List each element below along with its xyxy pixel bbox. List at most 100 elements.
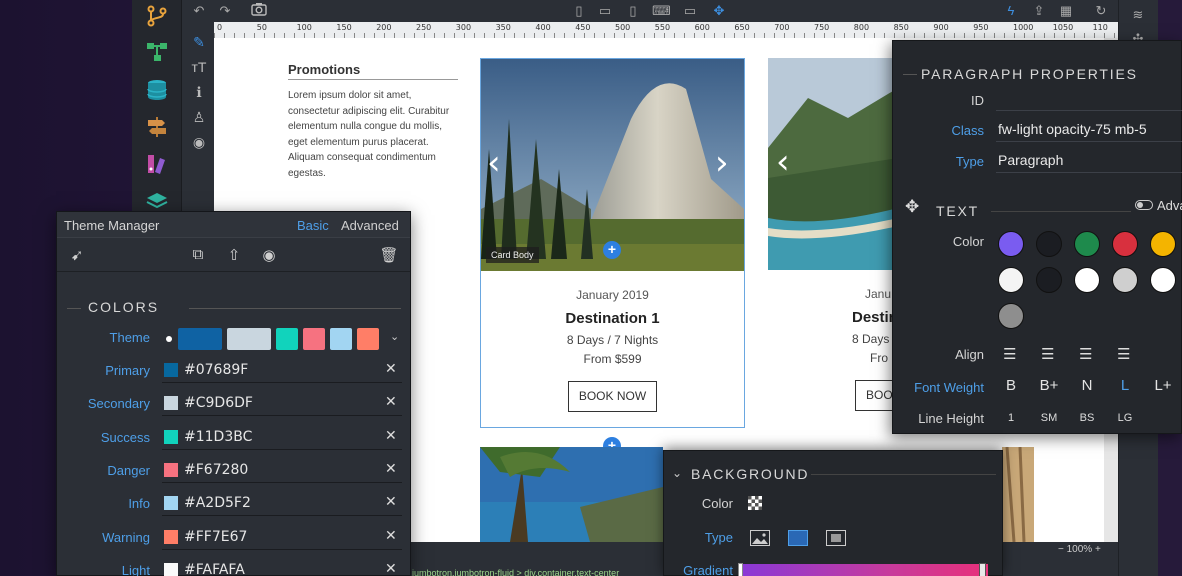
- destination-card-2[interactable]: ‹ Janu Destin 8 Days Fro BOO: [768, 58, 892, 428]
- theme-swatch[interactable]: [276, 328, 298, 350]
- move-icon[interactable]: ✥: [905, 197, 919, 217]
- color-row-swatch[interactable]: [164, 429, 178, 444]
- text-color-swatch[interactable]: [998, 231, 1024, 257]
- text-color-swatch[interactable]: [1150, 231, 1176, 257]
- theme-swatch[interactable]: [178, 328, 222, 350]
- line-height-option[interactable]: LG: [1111, 412, 1139, 424]
- class-field[interactable]: fw-light opacity-75 mb-5: [996, 118, 1182, 142]
- mobile-view-icon[interactable]: ▯: [570, 2, 588, 20]
- palette-icon[interactable]: [145, 152, 169, 176]
- text-color-swatch[interactable]: [1074, 267, 1100, 293]
- gradient-stop-right[interactable]: [979, 563, 986, 576]
- align-right-icon[interactable]: ☰: [1079, 345, 1092, 363]
- image-type-icon[interactable]: [750, 530, 770, 546]
- color-row-value[interactable]: #07689F: [184, 362, 248, 378]
- color-row-value[interactable]: #F67280: [184, 462, 248, 478]
- font-weight-option[interactable]: L: [1111, 377, 1139, 394]
- signpost-icon[interactable]: [145, 115, 169, 139]
- gradient-type-icon[interactable]: [788, 530, 808, 546]
- crop-icon[interactable]: ⧉: [188, 246, 208, 264]
- database-icon[interactable]: [145, 78, 169, 102]
- theme-selected-dot[interactable]: [166, 336, 172, 342]
- zoom-control[interactable]: − 100% +: [1058, 544, 1101, 555]
- font-weight-option[interactable]: B+: [1035, 377, 1063, 394]
- add-element-icon[interactable]: +: [603, 241, 621, 259]
- tablet-landscape-icon[interactable]: ▭: [596, 2, 614, 20]
- fullscreen-move-icon[interactable]: ✥: [710, 2, 728, 20]
- text-color-swatch[interactable]: [1150, 267, 1176, 293]
- refresh-icon[interactable]: ↻: [1092, 2, 1110, 20]
- align-center-icon[interactable]: ☰: [1041, 345, 1054, 363]
- qr-code-icon[interactable]: ▦: [1057, 2, 1075, 20]
- tab-basic[interactable]: Basic: [297, 218, 329, 233]
- text-color-swatch[interactable]: [1074, 231, 1100, 257]
- trash-icon[interactable]: 🗑: [379, 246, 399, 264]
- type-select[interactable]: Paragraph: [996, 149, 1182, 173]
- layers-icon[interactable]: ≋: [1129, 6, 1147, 24]
- promotions-heading[interactable]: Promotions: [288, 62, 360, 77]
- color-row-swatch[interactable]: [164, 396, 178, 411]
- transparent-swatch-icon[interactable]: [748, 496, 762, 510]
- advanced-toggle-label[interactable]: Adva: [1157, 198, 1182, 213]
- font-weight-option[interactable]: B: [997, 377, 1025, 394]
- id-field[interactable]: [996, 87, 1182, 111]
- rocket-icon[interactable]: ➹: [67, 246, 87, 264]
- upload-icon[interactable]: ⇧: [224, 246, 244, 264]
- line-height-option[interactable]: 1: [997, 412, 1025, 424]
- gradient-slider[interactable]: [738, 563, 988, 576]
- theme-swatch[interactable]: [357, 328, 379, 350]
- theme-dropdown-icon[interactable]: ⌄: [390, 330, 399, 343]
- laptop-view-icon[interactable]: ⌨: [652, 2, 671, 20]
- align-justify-icon[interactable]: ☰: [1117, 345, 1130, 363]
- remove-color-icon[interactable]: ✕: [385, 493, 397, 510]
- remove-color-icon[interactable]: ✕: [385, 460, 397, 477]
- video-type-icon[interactable]: [826, 530, 846, 546]
- remove-color-icon[interactable]: ✕: [385, 527, 397, 544]
- undo-icon[interactable]: ↶: [190, 2, 208, 20]
- font-weight-option[interactable]: L+: [1149, 377, 1177, 394]
- advanced-toggle-icon[interactable]: [1135, 200, 1153, 210]
- text-color-swatch[interactable]: [1112, 267, 1138, 293]
- color-row-value[interactable]: #FF7E67: [184, 529, 247, 545]
- redo-icon[interactable]: ↷: [216, 2, 234, 20]
- book-now-button[interactable]: BOOK NOW: [568, 381, 657, 412]
- color-row-swatch[interactable]: [164, 363, 178, 377]
- theme-swatch[interactable]: [303, 328, 325, 350]
- carousel-next-icon[interactable]: ›: [715, 143, 729, 183]
- color-row-value[interactable]: #11D3BC: [184, 429, 252, 445]
- edit-icon[interactable]: ✎: [190, 34, 208, 52]
- color-row-swatch[interactable]: [164, 562, 178, 576]
- gradient-stop-left[interactable]: [738, 563, 743, 576]
- text-color-swatch[interactable]: [998, 267, 1024, 293]
- color-row-value[interactable]: #A2D5F2: [184, 495, 251, 511]
- promotions-paragraph[interactable]: Lorem ipsum dolor sit amet, consectetur …: [288, 88, 460, 181]
- eye-preview-icon[interactable]: ◉: [259, 246, 279, 264]
- camera-icon[interactable]: [250, 2, 268, 20]
- theme-swatch[interactable]: [227, 328, 271, 350]
- sitemap-icon[interactable]: [145, 40, 169, 64]
- carousel-prev-icon[interactable]: ‹: [487, 143, 501, 183]
- color-row-swatch[interactable]: [164, 462, 178, 477]
- text-color-swatch[interactable]: [1036, 231, 1062, 257]
- theme-swatch[interactable]: [330, 328, 352, 350]
- remove-color-icon[interactable]: ✕: [385, 360, 397, 377]
- remove-color-icon[interactable]: ✕: [385, 393, 397, 410]
- git-branch-icon[interactable]: [145, 4, 169, 28]
- tablet-view-icon[interactable]: ▯: [624, 2, 642, 20]
- share-icon[interactable]: ⇪: [1030, 2, 1048, 20]
- color-row-swatch[interactable]: [164, 529, 178, 544]
- info-icon[interactable]: ℹ: [190, 84, 208, 102]
- book-now-button-2[interactable]: BOO: [855, 380, 892, 411]
- desktop-view-icon[interactable]: ▭: [681, 2, 699, 20]
- font-weight-option[interactable]: N: [1073, 377, 1101, 394]
- collapse-chevron-icon[interactable]: ⌄: [672, 466, 682, 480]
- text-color-swatch[interactable]: [1036, 267, 1062, 293]
- text-color-swatch[interactable]: [998, 303, 1024, 329]
- line-height-option[interactable]: BS: [1073, 412, 1101, 424]
- color-row-value[interactable]: #FAFAFA: [184, 562, 245, 576]
- element-breadcrumb[interactable]: jumbotron.jumbotron-fluid > div.containe…: [412, 568, 619, 576]
- line-height-option[interactable]: SM: [1035, 412, 1063, 424]
- align-left-icon[interactable]: ☰: [1003, 345, 1016, 363]
- text-color-swatch[interactable]: [1112, 231, 1138, 257]
- text-size-icon[interactable]: ᴛT: [190, 59, 208, 77]
